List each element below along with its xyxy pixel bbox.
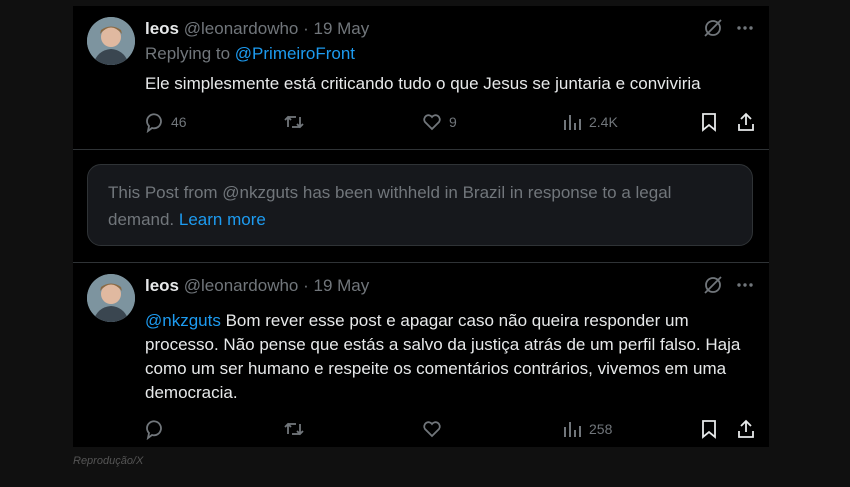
like-button[interactable]: 9 bbox=[421, 111, 457, 133]
bookmark-icon bbox=[698, 111, 720, 133]
reply-button[interactable] bbox=[143, 418, 165, 440]
reply-count: 46 bbox=[171, 114, 187, 130]
replying-to: Replying to @PrimeiroFront bbox=[145, 44, 355, 64]
reply-icon bbox=[143, 111, 165, 133]
views-button[interactable]: 258 bbox=[561, 418, 612, 440]
like-icon bbox=[421, 111, 443, 133]
bookmark-button[interactable] bbox=[698, 418, 720, 440]
learn-more-link[interactable]: Learn more bbox=[179, 210, 266, 229]
more-icon[interactable] bbox=[735, 275, 755, 295]
divider bbox=[73, 149, 769, 150]
post-text: @nkzguts Bom rever esse post e apagar ca… bbox=[145, 309, 755, 405]
like-button[interactable] bbox=[421, 418, 443, 440]
image-credit: Reprodução/X bbox=[73, 455, 144, 467]
reply-post[interactable]: leos @leonardowho · 19 May Replying to @… bbox=[73, 6, 769, 149]
repost-icon bbox=[283, 111, 305, 133]
reply-icon bbox=[143, 418, 165, 440]
replying-to-label: Replying to bbox=[145, 44, 235, 63]
replying-to-link[interactable]: @PrimeiroFront bbox=[235, 44, 355, 63]
post-header: leos @leonardowho · 19 May bbox=[145, 18, 369, 40]
bookmark-button[interactable] bbox=[698, 111, 720, 133]
post-date[interactable]: 19 May bbox=[314, 19, 370, 38]
grok-icon[interactable] bbox=[703, 275, 723, 295]
repost-icon bbox=[283, 418, 305, 440]
withheld-message: This Post from @nkzguts has been withhel… bbox=[108, 179, 728, 233]
display-name[interactable]: leos bbox=[145, 276, 179, 295]
reply-button[interactable]: 46 bbox=[143, 111, 187, 133]
bookmark-icon bbox=[698, 418, 720, 440]
thread-container: leos @leonardowho · 19 May Replying to @… bbox=[73, 6, 769, 447]
mention-link[interactable]: @nkzguts bbox=[145, 311, 221, 330]
more-icon[interactable] bbox=[735, 18, 755, 38]
like-icon bbox=[421, 418, 443, 440]
share-button[interactable] bbox=[735, 111, 757, 133]
avatar[interactable] bbox=[87, 17, 135, 65]
action-bar: 258 bbox=[143, 418, 755, 442]
views-icon bbox=[561, 418, 583, 440]
user-handle[interactable]: @leonardowho bbox=[184, 19, 299, 38]
views-count: 258 bbox=[589, 421, 613, 437]
post-text: Ele simplesmente está criticando tudo o … bbox=[145, 74, 701, 93]
like-count: 9 bbox=[449, 114, 457, 130]
post-body: Bom rever esse post e apagar caso não qu… bbox=[145, 311, 741, 402]
withheld-notice: This Post from @nkzguts has been withhel… bbox=[87, 164, 753, 246]
action-bar: 46 9 2.4K bbox=[143, 111, 755, 135]
views-icon bbox=[561, 111, 583, 133]
views-count: 2.4K bbox=[589, 114, 618, 130]
reply-post[interactable]: leos @leonardowho · 19 May @nkzguts Bom … bbox=[73, 263, 769, 447]
separator: · bbox=[303, 19, 309, 38]
views-button[interactable]: 2.4K bbox=[561, 111, 618, 133]
share-button[interactable] bbox=[735, 418, 757, 440]
post-header: leos @leonardowho · 19 May bbox=[145, 275, 369, 297]
user-handle[interactable]: @leonardowho bbox=[184, 276, 299, 295]
repost-button[interactable] bbox=[283, 111, 305, 133]
display-name[interactable]: leos bbox=[145, 19, 179, 38]
share-icon bbox=[735, 418, 757, 440]
post-date[interactable]: 19 May bbox=[314, 276, 370, 295]
avatar[interactable] bbox=[87, 274, 135, 322]
repost-button[interactable] bbox=[283, 418, 305, 440]
separator: · bbox=[303, 276, 309, 295]
grok-icon[interactable] bbox=[703, 18, 723, 38]
share-icon bbox=[735, 111, 757, 133]
